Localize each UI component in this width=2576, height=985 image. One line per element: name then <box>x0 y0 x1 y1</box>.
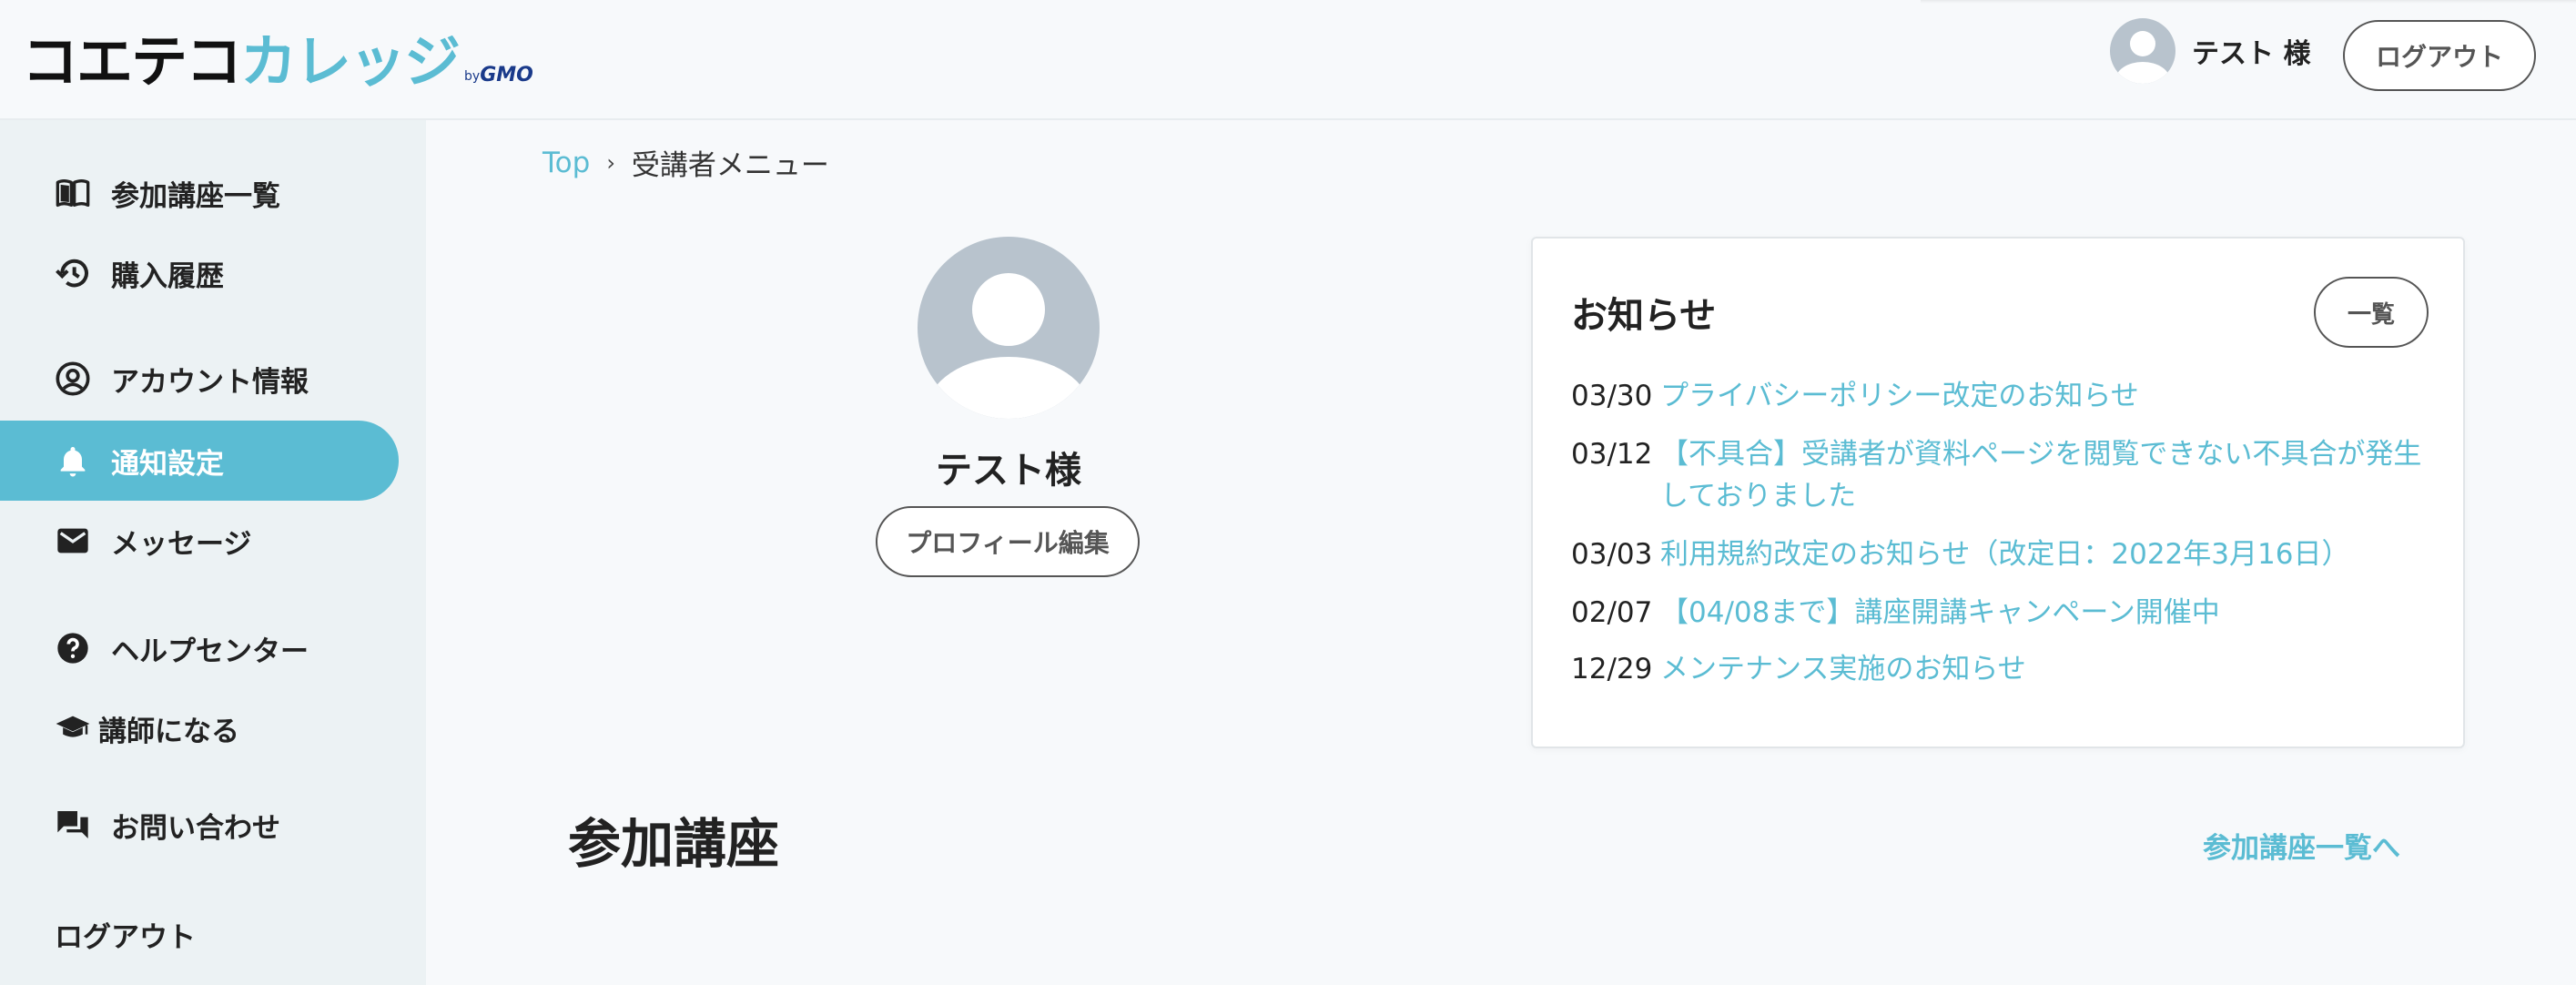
sidebar-item-label: ログアウト <box>55 920 196 954</box>
logo-main: コエテコ <box>22 28 242 95</box>
header-username: テスト 様 <box>2192 38 2311 70</box>
sidebar-item-label: 参加講座一覧 <box>111 179 280 213</box>
news-card: お知らせ 一覧 03/30 プライバシーポリシー改定のお知らせ 03/12 【不… <box>1531 237 2465 748</box>
news-link[interactable]: 利用規約改定のお知らせ（改定日：2022年3月16日） <box>1660 533 2445 575</box>
avatar-head <box>2130 31 2155 56</box>
avatar-body <box>2115 62 2170 84</box>
sidebar-item-messages[interactable]: メッセージ <box>0 501 399 581</box>
sidebar-item-account[interactable]: アカウント情報 <box>0 339 399 419</box>
logo-gmo: GMO <box>480 64 533 86</box>
news-item[interactable]: 03/30 プライバシーポリシー改定のお知らせ <box>1571 375 2445 417</box>
profile-avatar <box>918 237 1100 419</box>
profile-name: テスト様 <box>936 450 1081 492</box>
profile-edit-button[interactable]: プロフィール編集 <box>876 506 1140 577</box>
sidebar-item-contact[interactable]: お問い合わせ <box>0 785 399 865</box>
news-date: 03/03 <box>1571 538 1653 571</box>
header-shadow <box>1921 0 2576 4</box>
news-date: 12/29 <box>1571 653 1653 685</box>
history-icon <box>55 255 91 291</box>
book-icon <box>55 175 91 211</box>
news-item[interactable]: 12/29 メンテナンス実施のお知らせ <box>1571 648 2445 690</box>
logout-button[interactable]: ログアウト <box>2343 20 2536 91</box>
news-link[interactable]: 【04/08まで】講座開講キャンペーン開催中 <box>1660 592 2445 634</box>
logo[interactable]: コエテコ カレッジ by GMO <box>22 22 533 95</box>
avatar[interactable] <box>2110 18 2175 84</box>
news-list-button[interactable]: 一覧 <box>2314 277 2429 348</box>
logo-sub: カレッジ <box>240 28 461 95</box>
news-date: 02/07 <box>1571 596 1653 629</box>
sidebar: 参加講座一覧 購入履歴 アカウント情報 通知設定 メッセージ ヘルプセンター 講… <box>0 120 426 985</box>
sidebar-item-purchase-history[interactable]: 購入履歴 <box>0 233 399 313</box>
chat-icon <box>55 807 91 843</box>
sidebar-item-label: 購入履歴 <box>111 259 224 293</box>
graduation-cap-icon <box>55 710 91 746</box>
header-user[interactable]: テスト 様 <box>2110 18 2311 84</box>
news-item[interactable]: 03/03 利用規約改定のお知らせ（改定日：2022年3月16日） <box>1571 533 2445 575</box>
bell-icon <box>55 442 91 479</box>
sidebar-item-label: ヘルプセンター <box>111 635 309 668</box>
breadcrumb: Top › 受講者メニュー <box>543 142 829 183</box>
sidebar-item-notification-settings[interactable]: 通知設定 <box>0 421 399 501</box>
breadcrumb-top-link[interactable]: Top <box>543 147 590 179</box>
account-circle-icon <box>55 360 91 397</box>
breadcrumb-separator: › <box>606 149 615 176</box>
news-link[interactable]: プライバシーポリシー改定のお知らせ <box>1660 375 2445 417</box>
sidebar-item-help-center[interactable]: ヘルプセンター <box>0 608 399 688</box>
breadcrumb-current: 受講者メニュー <box>631 149 829 182</box>
sidebar-item-logout[interactable]: ログアウト <box>0 894 399 974</box>
news-date: 03/30 <box>1571 380 1653 412</box>
news-date: 03/12 <box>1571 438 1653 471</box>
sidebar-item-label: お問い合わせ <box>111 811 280 845</box>
courses-list-link[interactable]: 参加講座一覧へ <box>2203 825 2400 866</box>
sidebar-item-label: 通知設定 <box>111 447 224 481</box>
sidebar-item-label: 講師になる <box>98 715 239 748</box>
avatar-body <box>927 357 1090 419</box>
mail-icon <box>55 523 91 559</box>
help-icon <box>55 630 91 666</box>
sidebar-item-courses[interactable]: 参加講座一覧 <box>0 153 399 233</box>
news-link[interactable]: 【不具合】受講者が資料ページを閲覧できない不具合が発生しておりました <box>1660 433 2445 517</box>
news-title: お知らせ <box>1571 295 1717 337</box>
sidebar-item-become-instructor[interactable]: 講師になる <box>0 688 399 768</box>
news-link[interactable]: メンテナンス実施のお知らせ <box>1660 648 2445 690</box>
avatar-head <box>972 273 1045 346</box>
news-item[interactable]: 02/07 【04/08まで】講座開講キャンペーン開催中 <box>1571 592 2445 634</box>
section-title: 参加講座 <box>568 813 780 875</box>
logo-by: by <box>464 69 481 84</box>
sidebar-item-label: アカウント情報 <box>111 365 309 399</box>
header: コエテコ カレッジ by GMO テスト 様 ログアウト <box>0 0 2576 120</box>
news-item[interactable]: 03/12 【不具合】受講者が資料ページを閲覧できない不具合が発生しておりました <box>1571 433 2445 517</box>
sidebar-item-label: メッセージ <box>111 527 252 561</box>
